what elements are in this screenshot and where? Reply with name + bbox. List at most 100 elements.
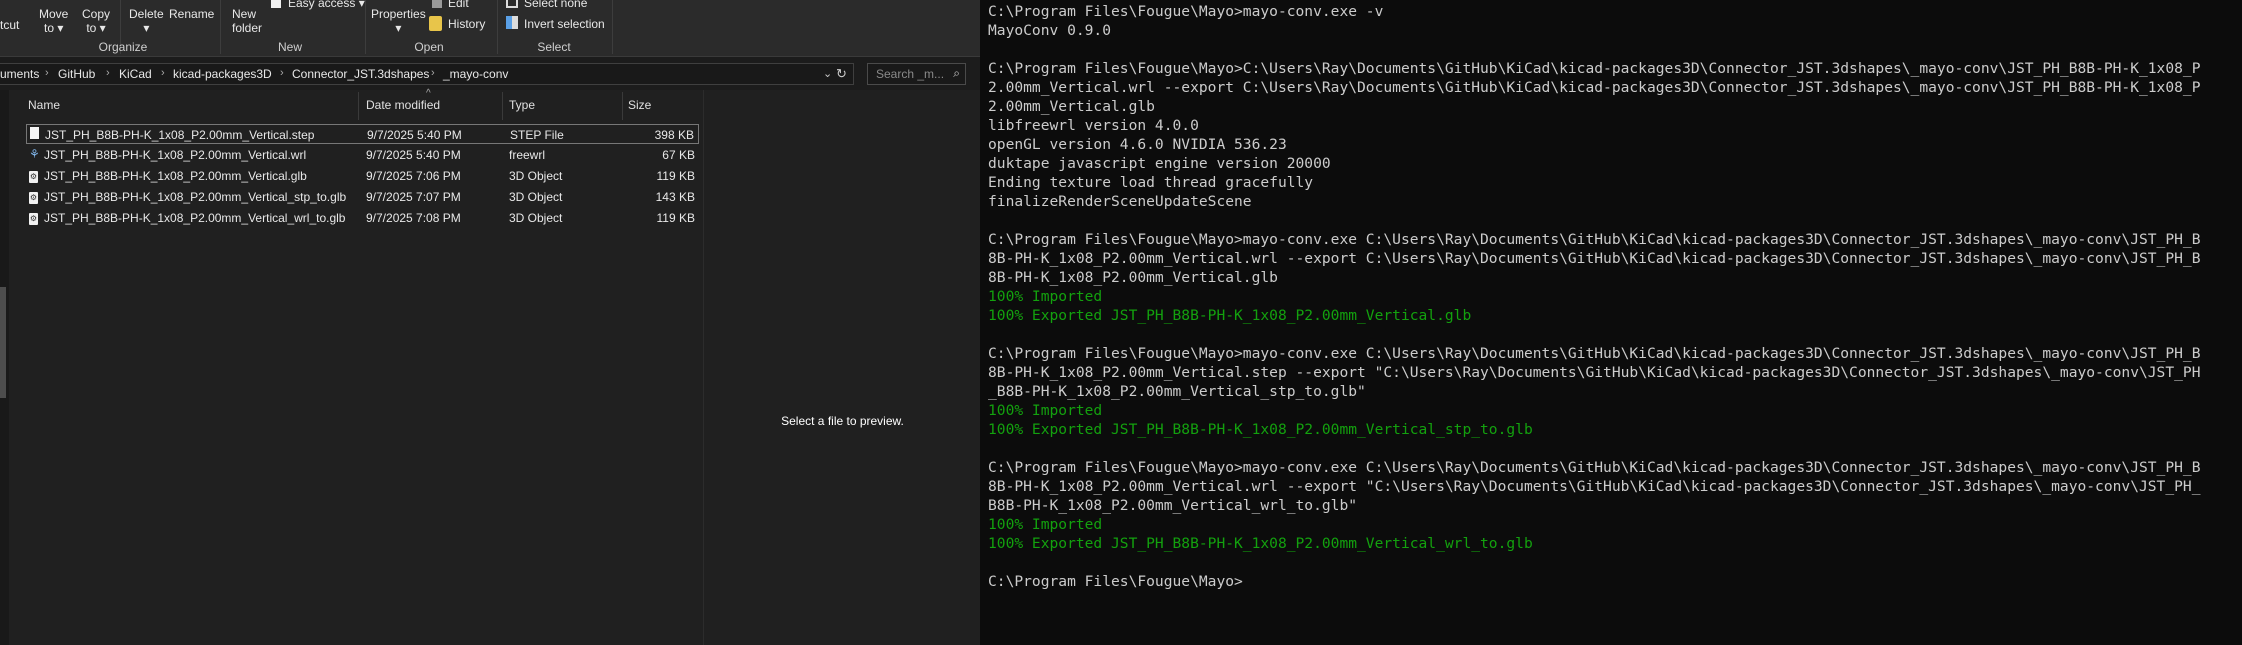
column-header-date[interactable]: Date modified xyxy=(366,98,440,112)
terminal-line: C:\Program Files\Fougue\Mayo>mayo-conv.e… xyxy=(988,459,2201,476)
chevron-right-icon: › xyxy=(45,67,49,79)
scrollbar-thumb[interactable] xyxy=(0,287,6,398)
breadcrumb-connector-jst[interactable]: Connector_JST.3dshapes xyxy=(292,67,429,81)
file-date: 9/7/2025 7:08 PM xyxy=(366,211,461,225)
file-size: 119 KB xyxy=(656,169,695,183)
easy-access-icon xyxy=(271,0,281,8)
terminal-line: MayoConv 0.9.0 xyxy=(988,22,1112,39)
file-type: STEP File xyxy=(510,128,564,142)
move-to-label: Move xyxy=(39,7,69,21)
move-to-button[interactable]: Move to ▾ xyxy=(39,7,68,35)
terminal-success-line: 100% Imported xyxy=(988,402,1103,419)
chevron-right-icon: › xyxy=(106,67,110,79)
file-row[interactable]: ⚙ JST_PH_B8B-PH-K_1x08_P2.00mm_Vertical_w… xyxy=(26,208,699,228)
terminal-success-line: 100% Exported JST_PH_B8B-PH-K_1x08_P2.00… xyxy=(988,307,1472,324)
preview-pane: Select a file to preview. xyxy=(703,90,980,645)
copy-to-arrow: to ▾ xyxy=(86,21,106,35)
file-name: JST_PH_B8B-PH-K_1x08_P2.00mm_Vertical_wr… xyxy=(44,211,346,225)
invert-selection-icon xyxy=(506,16,518,29)
file-type: 3D Object xyxy=(509,211,563,225)
file-date: 9/7/2025 5:40 PM xyxy=(367,128,462,142)
terminal-line: finalizeRenderSceneUpdateScene xyxy=(988,193,1252,210)
breadcrumb-documents[interactable]: uments xyxy=(0,67,39,81)
ribbon-divider xyxy=(497,0,498,54)
navigation-pane-scrollbar[interactable] xyxy=(0,90,9,645)
column-header-size[interactable]: Size xyxy=(628,98,651,112)
terminal-line: C:\Program Files\Fougue\Mayo>mayo-conv.e… xyxy=(988,3,1384,20)
invert-selection-button[interactable]: Invert selection xyxy=(524,17,605,31)
properties-label: Properties xyxy=(371,7,426,21)
terminal-line: 2.00mm_Vertical.glb xyxy=(988,98,1155,115)
file-date: 9/7/2025 5:40 PM xyxy=(366,148,461,162)
ribbon-divider xyxy=(612,0,613,54)
terminal-line: duktape javascript engine version 20000 xyxy=(988,155,1331,172)
move-to-arrow: to ▾ xyxy=(43,21,64,35)
terminal-success-line: 100% Imported xyxy=(988,288,1103,305)
ribbon-divider xyxy=(365,0,366,54)
ribbon: tcut Move to ▾ Copy to ▾ Delete ▾ Rename… xyxy=(0,0,980,57)
file-type: 3D Object xyxy=(509,190,563,204)
file-row[interactable]: JST_PH_B8B-PH-K_1x08_P2.00mm_Vertical.st… xyxy=(26,124,699,144)
file-name: JST_PH_B8B-PH-K_1x08_P2.00mm_Vertical.wr… xyxy=(44,148,307,162)
address-bar[interactable]: uments › GitHub › KiCad › kicad-packages… xyxy=(0,63,854,85)
new-folder-button[interactable]: New folder xyxy=(232,7,262,35)
file-size: 143 KB xyxy=(655,190,695,204)
freewrl-icon: ⚘ xyxy=(29,147,40,161)
file-row[interactable]: ⚙ JST_PH_B8B-PH-K_1x08_P2.00mm_Vertical.g… xyxy=(26,166,699,186)
terminal-line: C:\Program Files\Fougue\Mayo> xyxy=(988,573,1243,590)
column-header-name[interactable]: Name xyxy=(28,98,60,112)
breadcrumb-kicad[interactable]: KiCad xyxy=(119,67,152,81)
file-row[interactable]: ⚙ JST_PH_B8B-PH-K_1x08_P2.00mm_Vertical_s… xyxy=(26,187,699,207)
chevron-down-icon[interactable]: ⌄ xyxy=(823,67,832,80)
delete-arrow: ▾ xyxy=(143,21,150,35)
file-type: freewrl xyxy=(509,148,546,162)
terminal-line: openGL version 4.6.0 NVIDIA 536.23 xyxy=(988,136,1287,153)
terminal-success-line: 100% Exported JST_PH_B8B-PH-K_1x08_P2.00… xyxy=(988,535,1533,552)
rename-button[interactable]: Rename xyxy=(169,7,214,21)
3d-object-icon: ⚙ xyxy=(29,171,38,183)
breadcrumb-kicad-packages3d[interactable]: kicad-packages3D xyxy=(173,67,272,81)
select-none-icon xyxy=(506,0,518,8)
group-label-organize: Organize xyxy=(98,40,148,54)
terminal-window[interactable]: C:\Program Files\Fougue\Mayo>mayo-conv.e… xyxy=(980,0,2242,645)
terminal-output: C:\Program Files\Fougue\Mayo>mayo-conv.e… xyxy=(988,2,2242,591)
group-label-select: Select xyxy=(537,40,571,54)
terminal-line: 8B-PH-K_1x08_P2.00mm_Vertical.wrl --expo… xyxy=(988,478,2201,495)
breadcrumb-github[interactable]: GitHub xyxy=(58,67,95,81)
terminal-success-line: 100% Exported JST_PH_B8B-PH-K_1x08_P2.00… xyxy=(988,421,1533,438)
terminal-line: _B8B-PH-K_1x08_P2.00mm_Vertical_stp_to.g… xyxy=(988,383,1366,400)
easy-access-button[interactable]: Easy access ▾ xyxy=(288,0,365,10)
edit-button[interactable]: Edit xyxy=(448,0,469,10)
breadcrumb-mayo-conv[interactable]: _mayo-conv xyxy=(443,67,508,81)
chevron-right-icon: › xyxy=(161,67,165,79)
terminal-line: 8B-PH-K_1x08_P2.00mm_Vertical.step --exp… xyxy=(988,364,2201,381)
cut-button[interactable]: tcut xyxy=(0,18,19,32)
search-input[interactable]: Search _m... ⌕ xyxy=(867,63,966,85)
copy-to-label: Copy xyxy=(82,7,111,21)
file-list: ^ Name Date modified Type Size JST_PH_B8… xyxy=(9,88,703,645)
column-header-type[interactable]: Type xyxy=(509,98,535,112)
column-divider[interactable] xyxy=(358,92,359,120)
delete-button[interactable]: Delete ▾ xyxy=(129,7,164,35)
column-divider[interactable] xyxy=(622,92,623,120)
copy-to-button[interactable]: Copy to ▾ xyxy=(82,7,110,35)
file-row[interactable]: ⚘ JST_PH_B8B-PH-K_1x08_P2.00mm_Vertical.w… xyxy=(26,145,699,165)
file-name: JST_PH_B8B-PH-K_1x08_P2.00mm_Vertical.st… xyxy=(45,128,315,142)
terminal-line: 8B-PH-K_1x08_P2.00mm_Vertical.glb xyxy=(988,269,1278,286)
select-none-button[interactable]: Select none xyxy=(524,0,587,10)
refresh-icon[interactable]: ↻ xyxy=(836,66,847,82)
file-explorer-window: tcut Move to ▾ Copy to ▾ Delete ▾ Rename… xyxy=(0,0,980,645)
preview-placeholder: Select a file to preview. xyxy=(781,414,904,428)
file-size: 398 KB xyxy=(654,128,694,142)
file-size: 119 KB xyxy=(656,211,695,225)
terminal-line: C:\Program Files\Fougue\Mayo>C:\Users\Ra… xyxy=(988,60,2201,77)
properties-button[interactable]: Properties ▾ xyxy=(371,7,426,35)
history-button[interactable]: History xyxy=(448,17,485,31)
group-label-new: New xyxy=(277,40,303,54)
address-row: uments › GitHub › KiCad › kicad-packages… xyxy=(0,57,980,90)
terminal-line: 2.00mm_Vertical.wrl --export C:\Users\Ra… xyxy=(988,79,2201,96)
file-date: 9/7/2025 7:06 PM xyxy=(366,169,461,183)
column-divider[interactable] xyxy=(502,92,503,120)
